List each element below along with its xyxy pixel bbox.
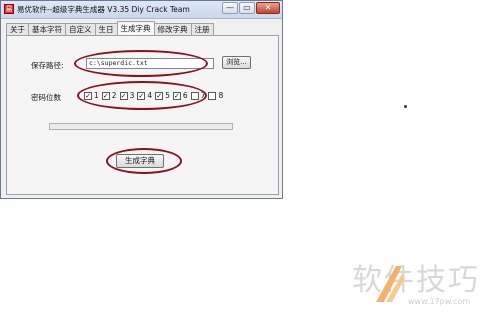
annotation-oval-generate [106,148,182,174]
tab-register[interactable]: 注册 [190,23,214,35]
tab-strip: 关于 基本字符 自定义 生日 生成字典 修改字典 注册 [6,21,214,36]
tab-basic-chars[interactable]: 基本字符 [28,23,66,35]
browse-button[interactable]: 浏览... [222,56,251,69]
close-button[interactable]: ✕ [256,2,280,14]
watermark-url: www.17pw.com [408,297,471,306]
watermark-logo-icon [376,266,405,302]
window-title: 易优软件--超级字典生成器 V3.35 Diy Crack Team [17,5,190,14]
stray-dot [404,105,407,108]
minimize-button[interactable]: — [222,2,238,14]
progress-bar [49,123,233,130]
title-bar[interactable]: 易 易优软件--超级字典生成器 V3.35 Diy Crack Team — ▭… [1,1,282,19]
tab-birthday[interactable]: 生日 [94,23,118,35]
annotation-oval-digits [77,81,207,110]
tab-generate[interactable]: 生成字典 [116,21,155,35]
tab-custom[interactable]: 自定义 [65,23,96,35]
app-icon: 易 [4,4,14,14]
save-path-label: 保存路径: [31,61,64,70]
digits-label: 密码位数 [31,93,61,102]
digit-option-8[interactable]: 8 [208,91,223,100]
checkbox[interactable] [208,91,217,100]
annotation-oval-path [74,50,208,77]
maximize-button[interactable]: ▭ [239,2,255,14]
tab-modify[interactable]: 修改字典 [153,23,192,35]
tab-about[interactable]: 关于 [6,23,29,35]
